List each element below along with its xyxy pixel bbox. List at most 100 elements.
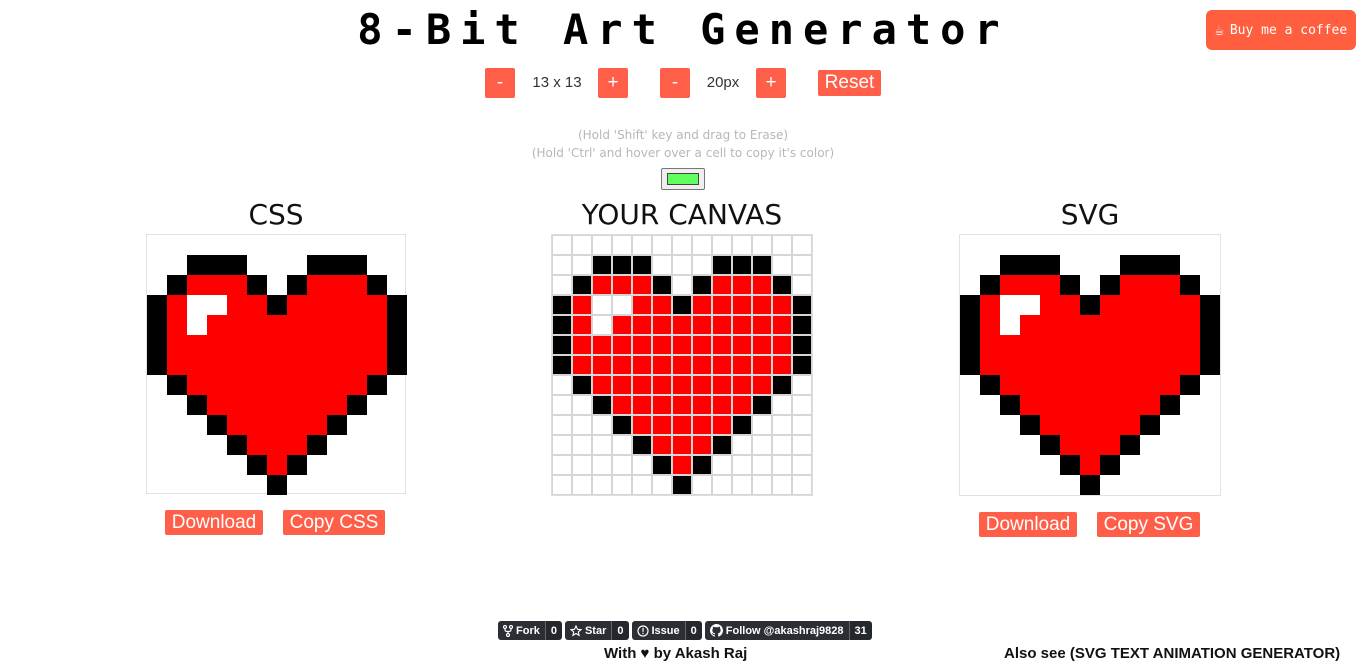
- canvas-pixel[interactable]: [712, 295, 732, 315]
- canvas-pixel[interactable]: [792, 435, 812, 455]
- canvas-pixel[interactable]: [652, 255, 672, 275]
- canvas-pixel[interactable]: [752, 395, 772, 415]
- canvas-pixel[interactable]: [672, 315, 692, 335]
- canvas-pixel[interactable]: [612, 375, 632, 395]
- canvas-pixel[interactable]: [672, 355, 692, 375]
- canvas-pixel[interactable]: [592, 235, 612, 255]
- canvas-pixel[interactable]: [552, 335, 572, 355]
- canvas-pixel[interactable]: [752, 255, 772, 275]
- canvas-pixel[interactable]: [692, 435, 712, 455]
- canvas-pixel[interactable]: [572, 235, 592, 255]
- canvas-pixel[interactable]: [672, 335, 692, 355]
- canvas-pixel[interactable]: [612, 475, 632, 495]
- canvas-pixel[interactable]: [772, 355, 792, 375]
- canvas-pixel[interactable]: [712, 275, 732, 295]
- canvas-pixel[interactable]: [632, 335, 652, 355]
- canvas-pixel[interactable]: [792, 415, 812, 435]
- canvas-pixel[interactable]: [612, 455, 632, 475]
- canvas-pixel[interactable]: [672, 455, 692, 475]
- canvas-pixel[interactable]: [572, 475, 592, 495]
- canvas-pixel[interactable]: [612, 315, 632, 335]
- buy-me-a-coffee-button[interactable]: ☕ Buy me a coffee: [1206, 10, 1356, 50]
- canvas-pixel[interactable]: [692, 275, 712, 295]
- canvas-pixel[interactable]: [632, 395, 652, 415]
- reset-button[interactable]: Reset: [818, 70, 881, 96]
- svg-download-button[interactable]: Download: [979, 512, 1077, 537]
- canvas-pixel[interactable]: [792, 315, 812, 335]
- canvas-pixel[interactable]: [772, 315, 792, 335]
- canvas-pixel[interactable]: [652, 455, 672, 475]
- canvas-pixel[interactable]: [572, 355, 592, 375]
- canvas-pixel[interactable]: [752, 475, 772, 495]
- canvas-pixel[interactable]: [732, 235, 752, 255]
- canvas-pixel[interactable]: [692, 375, 712, 395]
- canvas-pixel[interactable]: [712, 435, 732, 455]
- canvas-pixel[interactable]: [612, 275, 632, 295]
- canvas-pixel[interactable]: [572, 375, 592, 395]
- canvas-pixel[interactable]: [552, 375, 572, 395]
- canvas-pixel[interactable]: [712, 395, 732, 415]
- canvas-pixel[interactable]: [792, 355, 812, 375]
- canvas-pixel[interactable]: [552, 275, 572, 295]
- canvas-pixel[interactable]: [732, 355, 752, 375]
- canvas-pixel[interactable]: [592, 395, 612, 415]
- canvas-pixel[interactable]: [672, 375, 692, 395]
- also-see-link[interactable]: Also see (SVG TEXT ANIMATION GENERATOR): [1004, 645, 1340, 662]
- canvas-pixel[interactable]: [612, 435, 632, 455]
- canvas-pixel[interactable]: [692, 355, 712, 375]
- canvas-pixel[interactable]: [712, 455, 732, 475]
- canvas-pixel[interactable]: [632, 275, 652, 295]
- canvas-pixel[interactable]: [552, 295, 572, 315]
- canvas-pixel[interactable]: [692, 415, 712, 435]
- color-picker[interactable]: [661, 168, 705, 190]
- canvas-pixel[interactable]: [672, 295, 692, 315]
- canvas-pixel[interactable]: [752, 335, 772, 355]
- canvas-pixel[interactable]: [652, 475, 672, 495]
- canvas-pixel[interactable]: [772, 235, 792, 255]
- star-badge[interactable]: Star 0: [564, 621, 629, 640]
- canvas-pixel[interactable]: [712, 375, 732, 395]
- canvas-pixel[interactable]: [692, 315, 712, 335]
- canvas-pixel[interactable]: [792, 255, 812, 275]
- canvas-pixel[interactable]: [772, 415, 792, 435]
- decrease-cell-size-button[interactable]: -: [660, 68, 690, 98]
- canvas-pixel[interactable]: [612, 395, 632, 415]
- canvas-pixel[interactable]: [752, 315, 772, 335]
- canvas-pixel[interactable]: [592, 375, 612, 395]
- canvas-pixel[interactable]: [572, 275, 592, 295]
- canvas-pixel[interactable]: [792, 395, 812, 415]
- canvas-pixel[interactable]: [672, 415, 692, 435]
- canvas-pixel[interactable]: [632, 255, 652, 275]
- follow-badge[interactable]: Follow @akashraj9828 31: [704, 621, 872, 640]
- canvas-pixel[interactable]: [612, 295, 632, 315]
- canvas-pixel[interactable]: [652, 355, 672, 375]
- canvas-pixel[interactable]: [732, 375, 752, 395]
- canvas-pixel[interactable]: [692, 335, 712, 355]
- canvas-pixel[interactable]: [572, 395, 592, 415]
- canvas-pixel[interactable]: [752, 455, 772, 475]
- canvas-pixel[interactable]: [692, 455, 712, 475]
- canvas-pixel[interactable]: [772, 335, 792, 355]
- canvas-pixel[interactable]: [552, 415, 572, 435]
- canvas-pixel[interactable]: [632, 375, 652, 395]
- canvas-pixel[interactable]: [792, 455, 812, 475]
- canvas-pixel[interactable]: [792, 275, 812, 295]
- canvas-pixel[interactable]: [772, 435, 792, 455]
- canvas-pixel[interactable]: [592, 455, 612, 475]
- canvas-pixel[interactable]: [572, 315, 592, 335]
- canvas-pixel[interactable]: [572, 335, 592, 355]
- canvas-pixel[interactable]: [672, 435, 692, 455]
- canvas-pixel[interactable]: [752, 235, 772, 255]
- canvas-pixel[interactable]: [592, 355, 612, 375]
- canvas-pixel[interactable]: [732, 395, 752, 415]
- canvas-pixel[interactable]: [552, 315, 572, 335]
- canvas-pixel[interactable]: [632, 435, 652, 455]
- canvas-pixel[interactable]: [792, 475, 812, 495]
- canvas-pixel[interactable]: [592, 295, 612, 315]
- canvas-pixel[interactable]: [632, 295, 652, 315]
- canvas-pixel[interactable]: [752, 355, 772, 375]
- canvas-pixel[interactable]: [672, 475, 692, 495]
- fork-badge[interactable]: Fork 0: [498, 621, 562, 640]
- canvas-pixel[interactable]: [752, 415, 772, 435]
- canvas-pixel[interactable]: [552, 435, 572, 455]
